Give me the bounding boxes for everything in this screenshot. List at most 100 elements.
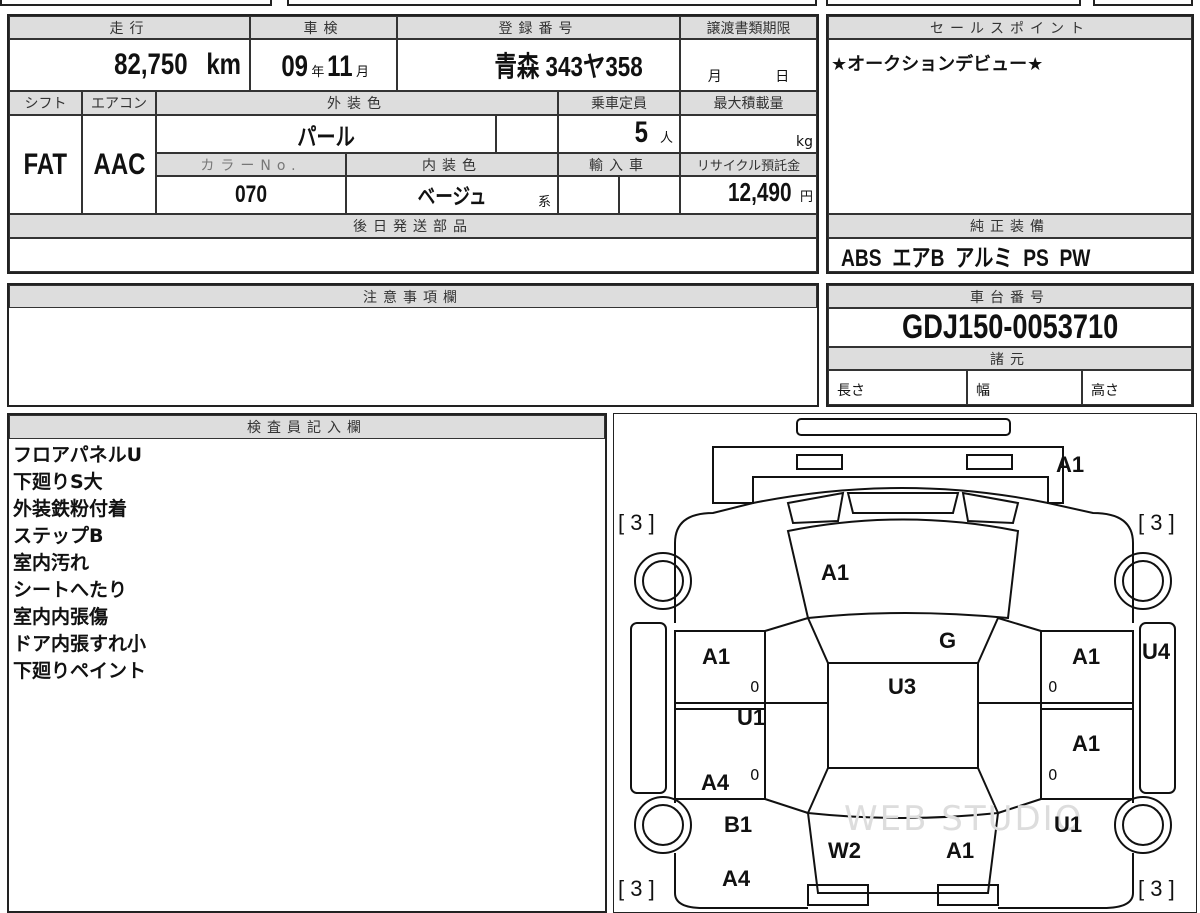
damage-mark: A1 [946, 838, 975, 863]
ac-header: エアコン [82, 91, 156, 115]
shift-value: FAT [9, 115, 82, 214]
transfer-deadline-header: 譲渡書類期限 [680, 16, 817, 39]
chassis-number: GDJ150-0053710 [901, 308, 1119, 346]
equipment-value: ABS エアB アルミ PS PW [828, 238, 1192, 272]
capacity-value: 5 人 [558, 115, 680, 153]
zero-mark: 0 [1048, 766, 1058, 784]
exterior-color-header: 外装色 [156, 91, 558, 115]
interior-color-suffix: 系 [537, 195, 551, 210]
damage-mark: U1 [737, 705, 766, 730]
spec-header: 諸元 [828, 347, 1192, 370]
top-strip [826, 0, 1081, 6]
zero-mark: 0 [1048, 678, 1058, 696]
chassis-box: 車台番号 GDJ150-0053710 諸元 長さ 幅 高さ [826, 283, 1194, 407]
transfer-deadline-value: 月日 [680, 39, 817, 91]
damage-mark: A4 [701, 770, 730, 795]
mileage-header: 走行 [9, 16, 250, 39]
import-header: 輸入車 [558, 153, 680, 176]
transfer-day: 日 [775, 69, 790, 85]
color-no-text: 070 [234, 181, 268, 208]
inspector-header: 検査員記入欄 [9, 415, 605, 439]
year-unit: 年 [311, 65, 325, 80]
chassis-header: 車台番号 [828, 285, 1192, 308]
inspector-line: 室内汚れ [13, 552, 90, 574]
later-parts-header: 後日発送部品 [9, 214, 817, 238]
inspector-line: 下廻りペイント [13, 660, 147, 682]
damage-mark: A4 [722, 866, 751, 891]
recycle-value: 12,490 円 [680, 176, 817, 214]
exterior-color-text: パール [297, 123, 355, 151]
max-load-unit: kg [796, 134, 813, 150]
recycle-unit: 円 [799, 190, 813, 205]
sales-equipment-box: セールスポイント ★オークションデビュー★ 純正装備 ABS エアB アルミ P… [826, 14, 1194, 274]
damage-mark: W2 [828, 838, 861, 863]
inspector-line: 室内内張傷 [13, 606, 109, 628]
chassis-value: GDJ150-0053710 [828, 308, 1192, 347]
top-strip [0, 0, 272, 6]
transfer-month: 月 [707, 69, 722, 85]
exterior-color-value: パール [156, 115, 496, 153]
inspector-line: 下廻りS大 [13, 471, 103, 493]
mileage-unit: km [205, 48, 241, 81]
registration-number: 青森 343ヤ358 [494, 51, 643, 82]
mileage-number: 82,750 [113, 48, 188, 81]
shaken-value: 09 年 11 月 [250, 39, 397, 91]
top-strip [1093, 0, 1193, 6]
damage-mark: [ 3 ] [618, 876, 655, 901]
max-load-header: 最大積載量 [680, 91, 817, 115]
sales-point-header: セールスポイント [828, 16, 1192, 39]
interior-color-value: ベージュ 系 [346, 176, 558, 214]
inspector-line: フロアパネルU [13, 444, 143, 466]
month-unit: 月 [356, 65, 370, 80]
inspector-line: ステップB [13, 525, 104, 547]
import-cell [619, 176, 680, 214]
damage-diagram: WEB STUDIO A1 [ 3 ] [ 3 ] A1 G A1 U3 A1 … [613, 413, 1197, 913]
recycle-header: リサイクル預託金 [680, 153, 817, 176]
damage-mark: A1 [821, 560, 850, 585]
notes-header: 注意事項欄 [9, 285, 817, 308]
mileage-value: 82,750 km [9, 39, 250, 91]
damage-mark: A1 [1056, 452, 1085, 477]
spec-length: 長さ [828, 370, 967, 405]
capacity-number: 5 [634, 116, 649, 149]
shaken-month: 11 [327, 50, 353, 83]
interior-color-text: ベージュ [417, 184, 487, 209]
damage-mark: U1 [1054, 812, 1083, 837]
spec-height: 高さ [1082, 370, 1192, 405]
inspector-line: シートへたり [13, 579, 128, 601]
inspector-box: 検査員記入欄 フロアパネルU 下廻りS大 外装鉄粉付着 ステップB 室内汚れ シ… [7, 413, 607, 913]
color-no-header: カラーNo. [156, 153, 346, 176]
color-no-value: 070 [156, 176, 346, 214]
registration-value: 青森 343ヤ358 [397, 39, 680, 91]
shaken-header: 車検 [250, 16, 397, 39]
damage-mark: B1 [724, 812, 753, 837]
ac-value: AAC [82, 115, 156, 214]
damage-mark: [ 3 ] [1138, 510, 1175, 535]
shift-text: FAT [23, 147, 68, 181]
damage-mark: G [939, 628, 957, 653]
max-load-value: kg [680, 115, 817, 153]
inspector-notes: フロアパネルU 下廻りS大 外装鉄粉付着 ステップB 室内汚れ シートへたり 室… [13, 442, 146, 685]
capacity-header: 乗車定員 [558, 91, 680, 115]
shaken-year: 09 [281, 50, 308, 83]
registration-header: 登録番号 [397, 16, 680, 39]
spec-width: 幅 [967, 370, 1082, 405]
inspector-line: ドア内張すれ小 [13, 633, 147, 655]
damage-mark: A1 [1072, 731, 1101, 756]
ac-text: AAC [93, 147, 145, 181]
damage-mark: [ 3 ] [1138, 876, 1175, 901]
import-cell [558, 176, 619, 214]
exterior-color-blank [496, 115, 558, 153]
inspector-line: 外装鉄粉付着 [13, 498, 128, 520]
zero-mark: 0 [750, 678, 760, 696]
notes-box: 注意事項欄 [7, 283, 819, 407]
equipment-text: ABS エアB アルミ PS PW [841, 244, 1091, 272]
top-strip [287, 0, 817, 6]
zero-mark: 0 [750, 766, 760, 784]
damage-mark: U4 [1142, 639, 1171, 664]
equipment-header: 純正装備 [828, 214, 1192, 238]
damage-mark: A1 [702, 644, 731, 669]
watermark: WEB STUDIO [844, 799, 1084, 839]
capacity-unit: 人 [659, 131, 673, 146]
shift-header: シフト [9, 91, 82, 115]
